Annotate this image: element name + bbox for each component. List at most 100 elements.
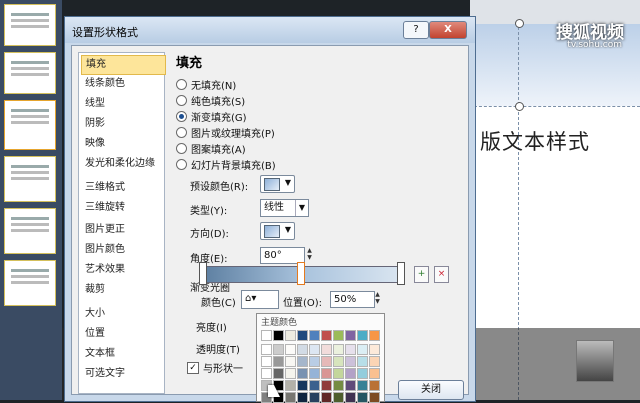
radio-button-selected[interactable]: [176, 110, 187, 122]
theme-color-swatch[interactable]: [345, 380, 356, 391]
theme-color-swatch[interactable]: [345, 330, 356, 341]
nav-item-3d-format[interactable]: 三维格式: [81, 179, 164, 197]
close-icon[interactable]: X: [429, 21, 467, 39]
nav-item-shadow[interactable]: 阴影: [81, 115, 164, 133]
nav-item-reflection[interactable]: 映像: [81, 135, 164, 153]
rotate-with-shape-row[interactable]: ✓ 与形状一: [187, 360, 243, 375]
slide-thumbnail[interactable]: [4, 100, 56, 150]
radio-button[interactable]: [176, 126, 187, 138]
resize-handle[interactable]: [515, 102, 524, 111]
theme-color-swatch[interactable]: [297, 330, 308, 341]
theme-color-swatch[interactable]: [369, 380, 380, 391]
theme-color-swatch[interactable]: [309, 356, 320, 367]
nav-item-position[interactable]: 位置: [81, 325, 164, 343]
theme-color-swatch[interactable]: [333, 344, 344, 355]
slide-thumbnail[interactable]: [4, 52, 56, 94]
theme-color-swatch[interactable]: [333, 330, 344, 341]
slide-thumbnail[interactable]: [4, 4, 56, 46]
remove-stop-icon[interactable]: ×: [434, 266, 449, 283]
theme-color-swatch[interactable]: [297, 356, 308, 367]
resize-handle[interactable]: [515, 19, 524, 28]
theme-color-swatch[interactable]: [285, 330, 296, 341]
nav-item-text-box[interactable]: 文本框: [81, 345, 164, 363]
theme-color-swatch[interactable]: [285, 368, 296, 379]
theme-color-swatch[interactable]: [309, 344, 320, 355]
theme-color-swatch[interactable]: [273, 330, 284, 341]
gradient-stop-selected[interactable]: [297, 262, 305, 285]
slide-thumbnail[interactable]: [4, 208, 56, 254]
theme-color-swatch[interactable]: [333, 368, 344, 379]
radio-pattern-fill[interactable]: 图案填充(A): [176, 141, 246, 156]
radio-picture-fill[interactable]: 图片或纹理填充(P): [176, 125, 275, 140]
theme-color-swatch[interactable]: [345, 356, 356, 367]
nav-item-glow[interactable]: 发光和柔化边缘: [81, 155, 164, 173]
nav-item-crop[interactable]: 裁剪: [81, 281, 164, 299]
theme-color-swatch[interactable]: [333, 392, 344, 403]
theme-color-swatch[interactable]: [285, 392, 296, 403]
preset-colors-button[interactable]: ▼: [260, 175, 295, 193]
theme-color-swatch[interactable]: [369, 392, 380, 403]
theme-color-swatch[interactable]: [309, 368, 320, 379]
gradient-stop[interactable]: [397, 262, 405, 285]
radio-background-fill[interactable]: 幻灯片背景填充(B): [176, 157, 276, 172]
theme-color-swatch[interactable]: [297, 368, 308, 379]
theme-color-swatch[interactable]: [357, 356, 368, 367]
nav-item-artistic-effects[interactable]: 艺术效果: [81, 261, 164, 279]
theme-color-swatch[interactable]: [357, 380, 368, 391]
theme-color-swatch[interactable]: [369, 330, 380, 341]
gradient-stop[interactable]: [199, 262, 207, 285]
radio-solid-fill[interactable]: 纯色填充(S): [176, 93, 245, 108]
theme-color-swatch[interactable]: [321, 344, 332, 355]
slide-thumbnails-pane[interactable]: [0, 0, 62, 400]
nav-item-3d-rotation[interactable]: 三维旋转: [81, 199, 164, 217]
theme-color-swatch[interactable]: [357, 330, 368, 341]
add-stop-icon[interactable]: +: [414, 266, 429, 283]
theme-color-swatch[interactable]: [345, 392, 356, 403]
direction-button[interactable]: ▼: [260, 222, 295, 240]
theme-color-swatch[interactable]: [285, 344, 296, 355]
theme-color-swatch[interactable]: [333, 356, 344, 367]
spin-arrows-icon[interactable]: ▲ ▼: [305, 247, 314, 262]
theme-color-swatch[interactable]: [321, 368, 332, 379]
theme-color-swatch[interactable]: [309, 330, 320, 341]
nav-item-fill[interactable]: 填充: [81, 55, 166, 75]
theme-color-swatch[interactable]: [369, 368, 380, 379]
theme-color-swatch[interactable]: [273, 344, 284, 355]
color-picker-button[interactable]: ⌂▾: [241, 290, 279, 309]
theme-color-swatch[interactable]: [321, 356, 332, 367]
theme-color-swatch[interactable]: [297, 344, 308, 355]
theme-color-swatch[interactable]: [309, 392, 320, 403]
theme-color-swatch[interactable]: [261, 356, 272, 367]
slide-thumbnail[interactable]: [4, 260, 56, 306]
position-input[interactable]: 50%: [330, 291, 375, 308]
theme-color-swatch[interactable]: [285, 356, 296, 367]
theme-color-swatch[interactable]: [321, 330, 332, 341]
radio-button[interactable]: [176, 78, 187, 90]
theme-color-swatch[interactable]: [297, 380, 308, 391]
theme-color-swatch[interactable]: [273, 368, 284, 379]
slide-title-text[interactable]: 版文本样式: [480, 126, 590, 156]
theme-color-swatch[interactable]: [297, 392, 308, 403]
theme-color-swatch[interactable]: [261, 368, 272, 379]
nav-item-line-color[interactable]: 线条颜色: [81, 75, 164, 93]
theme-color-swatch[interactable]: [309, 380, 320, 391]
theme-color-swatch[interactable]: [357, 392, 368, 403]
theme-color-swatch[interactable]: [321, 392, 332, 403]
theme-color-swatch[interactable]: [261, 330, 272, 341]
theme-color-swatch[interactable]: [345, 368, 356, 379]
theme-color-swatch[interactable]: [369, 356, 380, 367]
radio-no-fill[interactable]: 无填充(N): [176, 77, 236, 92]
theme-color-swatch[interactable]: [345, 344, 356, 355]
theme-color-swatch[interactable]: [273, 356, 284, 367]
theme-color-swatch[interactable]: [285, 380, 296, 391]
radio-gradient-fill[interactable]: 渐变填充(G): [176, 109, 247, 124]
theme-color-swatch[interactable]: [321, 380, 332, 391]
nav-item-line-style[interactable]: 线型: [81, 95, 164, 113]
radio-button[interactable]: [176, 142, 187, 154]
help-button[interactable]: ?: [403, 21, 429, 39]
theme-color-swatch[interactable]: [357, 368, 368, 379]
spin-arrows-icon[interactable]: ▲ ▼: [373, 291, 382, 306]
nav-item-picture-color[interactable]: 图片颜色: [81, 241, 164, 259]
close-button[interactable]: 关闭: [398, 380, 464, 400]
theme-color-swatch[interactable]: [261, 344, 272, 355]
